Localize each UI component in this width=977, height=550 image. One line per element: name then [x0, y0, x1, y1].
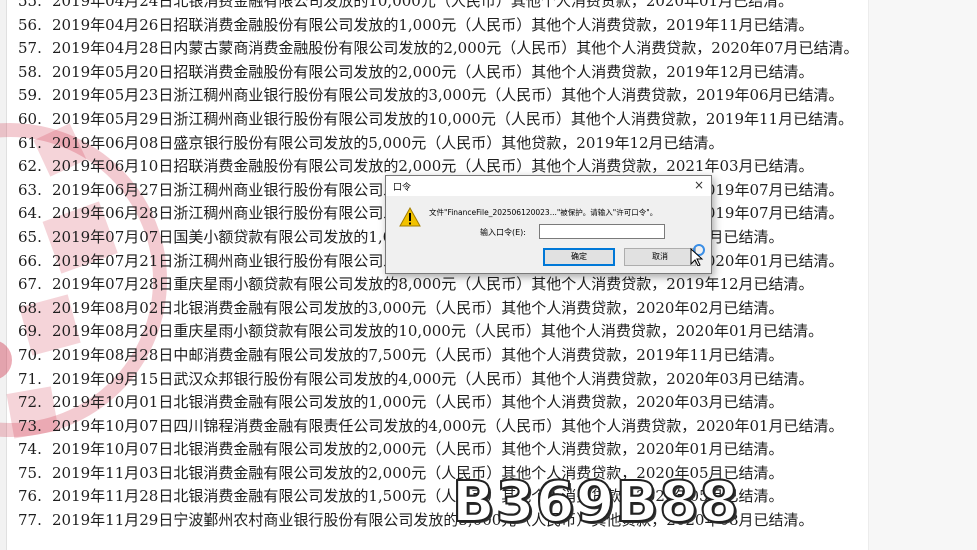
password-dialog: 口令 × 文件"FinanceFile_202506120023..."被保护。…	[385, 175, 712, 274]
overlay-code-text: B369B88	[451, 469, 740, 536]
line-text: 2019年06月08日盛京银行股份有限公司发放的5,000元（人民币）其他贷款，…	[52, 133, 724, 152]
line-text: 2019年10月07日北银消费金融有限公司发放的2,000元（人民币）其他个人消…	[52, 440, 784, 459]
loan-record-line: 73. 2019年10月07日四川锦程消费金融有限责任公司发放的4,000元（人民…	[18, 415, 859, 439]
left-edge	[0, 0, 7, 550]
line-number: 71.	[18, 369, 42, 388]
cancel-button[interactable]: 取消	[624, 248, 696, 266]
loan-record-line: 58. 2019年05月20日招联消费金融股份有限公司发放的2,000元（人民币）…	[18, 61, 859, 85]
screen: 55. 2019年04月24日北银消费金融有限公司发放的10,000元（人民币）其…	[0, 0, 977, 550]
line-text: 2019年08月02日北银消费金融有限公司发放的3,000元（人民币）其他个人消…	[52, 298, 784, 317]
dialog-message: 文件"FinanceFile_202506120023..."被保护。请输入"许…	[429, 208, 658, 217]
line-number: 62.	[18, 157, 42, 176]
line-text: 2019年04月24日北银消费金融有限公司发放的10,000元（人民币）其他个人…	[52, 0, 794, 10]
line-text: 2019年09月15日武汉众邦银行股份有限公司发放的4,000元（人民币）其他个…	[52, 369, 814, 388]
line-number: 76.	[18, 487, 42, 506]
line-number: 73.	[18, 416, 42, 435]
line-text: 2019年04月26日招联消费金融股份有限公司发放的1,000元（人民币）其他个…	[52, 15, 814, 34]
dialog-title: 口令	[393, 183, 412, 193]
loan-record-line: 68. 2019年08月02日北银消费金融有限公司发放的3,000元（人民币）其他…	[18, 297, 859, 321]
line-number: 66.	[18, 251, 42, 270]
line-number: 55.	[18, 0, 42, 10]
loan-record-line: 71. 2019年09月15日武汉众邦银行股份有限公司发放的4,000元（人民币）…	[18, 368, 859, 392]
line-text: 2019年06月10日招联消费金融股份有限公司发放的2,000元（人民币）其他个…	[52, 157, 814, 176]
line-number: 59.	[18, 86, 42, 105]
line-number: 56.	[18, 15, 42, 34]
line-number: 75.	[18, 463, 42, 482]
line-text: 2019年10月07日四川锦程消费金融有限责任公司发放的4,000元（人民币）其…	[52, 416, 844, 435]
line-number: 70.	[18, 345, 42, 364]
loan-record-line: 74. 2019年10月07日北银消费金融有限公司发放的2,000元（人民币）其他…	[18, 438, 859, 462]
warning-icon	[399, 207, 421, 227]
line-text: 2019年08月28日中邮消费金融有限公司发放的7,500元（人民币）其他个人消…	[52, 345, 784, 364]
loan-record-line: 61. 2019年06月08日盛京银行股份有限公司发放的5,000元（人民币）其他…	[18, 132, 859, 156]
dialog-titlebar: 口令 ×	[386, 176, 711, 196]
loan-record-line: 72. 2019年10月01日北银消费金融有限公司发放的1,000元（人民币）其他…	[18, 391, 859, 415]
password-input[interactable]	[539, 224, 665, 239]
line-number: 63.	[18, 180, 42, 199]
right-margin	[868, 0, 977, 550]
line-number: 69.	[18, 322, 42, 341]
loan-record-line: 57. 2019年04月28日内蒙古蒙商消费金融股份有限公司发放的2,000元（人…	[18, 37, 859, 61]
line-number: 64.	[18, 204, 42, 223]
line-number: 57.	[18, 39, 42, 58]
loan-record-line: 67. 2019年07月28日重庆星雨小额贷款有限公司发放的8,000元（人民币）…	[18, 273, 859, 297]
ok-button[interactable]: 确定	[543, 248, 615, 266]
line-number: 72.	[18, 393, 42, 412]
line-text: 2019年07月28日重庆星雨小额贷款有限公司发放的8,000元（人民币）其他个…	[52, 275, 814, 294]
loan-record-line: 69. 2019年08月20日重庆星雨小额贷款有限公司发放的10,000元（人民币…	[18, 320, 859, 344]
line-number: 74.	[18, 440, 42, 459]
line-text: 2019年05月23日浙江稠州商业银行股份有限公司发放的3,000元（人民币）其…	[52, 86, 844, 105]
line-number: 77.	[18, 511, 42, 530]
close-icon[interactable]: ×	[691, 177, 707, 193]
loan-record-line: 55. 2019年04月24日北银消费金融有限公司发放的10,000元（人民币）其…	[18, 0, 859, 14]
loan-record-line: 60. 2019年05月29日浙江稠州商业银行股份有限公司发放的10,000元（人…	[18, 108, 859, 132]
line-number: 65.	[18, 227, 42, 246]
line-text: 2019年08月20日重庆星雨小额贷款有限公司发放的10,000元（人民币）其他…	[52, 322, 824, 341]
loan-record-line: 59. 2019年05月23日浙江稠州商业银行股份有限公司发放的3,000元（人民…	[18, 84, 859, 108]
line-text: 2019年04月28日内蒙古蒙商消费金融股份有限公司发放的2,000元（人民币）…	[52, 39, 859, 58]
password-label: 输入口令(E):	[480, 228, 526, 237]
loan-record-line: 70. 2019年08月28日中邮消费金融有限公司发放的7,500元（人民币）其他…	[18, 344, 859, 368]
line-number: 61.	[18, 133, 42, 152]
line-text: 2019年05月29日浙江稠州商业银行股份有限公司发放的10,000元（人民币）…	[52, 109, 854, 128]
loan-record-line: 56. 2019年04月26日招联消费金融股份有限公司发放的1,000元（人民币）…	[18, 14, 859, 38]
line-number: 58.	[18, 62, 42, 81]
line-number: 67.	[18, 275, 42, 294]
line-number: 68.	[18, 298, 42, 317]
mouse-cursor-icon	[690, 244, 705, 266]
line-text: 2019年05月20日招联消费金融股份有限公司发放的2,000元（人民币）其他个…	[52, 62, 814, 81]
line-text: 2019年10月01日北银消费金融有限公司发放的1,000元（人民币）其他个人消…	[52, 393, 784, 412]
line-number: 60.	[18, 109, 42, 128]
